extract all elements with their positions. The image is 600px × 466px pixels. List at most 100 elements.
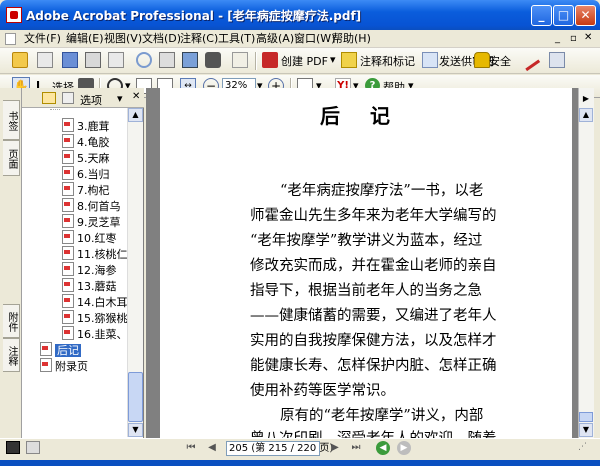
bookmark-item[interactable]: 4.龟胶 (62, 134, 110, 150)
menu-document[interactable]: 文档(D) (142, 32, 181, 46)
maximize-button[interactable]: □ (553, 5, 574, 26)
page-icon (62, 214, 74, 228)
acrobat-logo-icon (6, 7, 22, 23)
layout-continuous-icon[interactable] (26, 441, 40, 454)
menu-file[interactable]: 文件(F) (24, 32, 61, 46)
bookmark-item[interactable]: 6.当归 (62, 166, 110, 182)
resize-grip-icon[interactable]: ⋰ (578, 442, 592, 454)
minimize-button[interactable]: _ (531, 5, 552, 26)
bookmark-item[interactable]: 7.枸杞 (62, 182, 110, 198)
body-text-line: 修改充实而成，并在霍金山老师的亲自 (250, 258, 497, 274)
bookmark-item[interactable]: 10.红枣 (62, 230, 117, 246)
doc-scroll-up-icon[interactable]: ▲ (579, 108, 593, 122)
bookmark-options-button[interactable]: 选项 (80, 92, 102, 108)
doc-close-icon[interactable]: ✕ (584, 32, 592, 43)
bookmark-item[interactable]: 5.天麻 (62, 150, 110, 166)
doc-restore-icon[interactable]: ▫ (570, 33, 577, 44)
menu-window[interactable]: 窗口(W) (294, 32, 335, 46)
page-icon (62, 230, 74, 244)
bookmark-item[interactable]: 3.鹿茸 (62, 118, 110, 134)
document-properties-icon[interactable] (232, 52, 248, 68)
bookmark-item[interactable]: 9.灵芝草 (62, 214, 121, 230)
page-icon (62, 198, 74, 212)
body-text-line: 使用补药等医学常识。 (250, 383, 395, 399)
bookmarks-scroll-thumb[interactable] (128, 372, 143, 422)
menu-help[interactable]: 帮助(H) (332, 32, 371, 46)
search-icon[interactable] (182, 52, 198, 68)
page-heading: 后记 (320, 104, 420, 128)
create-pdf-button[interactable]: 创建 PDF (281, 53, 328, 69)
window-frame-bottom (0, 460, 600, 466)
last-page-button[interactable]: ⏭ (349, 441, 363, 455)
save-icon[interactable] (62, 52, 78, 68)
bookmark-item[interactable]: 8.何首乌 (62, 198, 121, 214)
scroll-up-icon[interactable]: ▲ (128, 108, 143, 122)
menu-view[interactable]: 视图(V) (104, 32, 142, 46)
chevron-down-icon[interactable]: ▾ (330, 53, 336, 66)
page-icon (62, 262, 74, 276)
bookmark-item[interactable]: 14.白木耳 (62, 294, 128, 310)
previous-page-button[interactable]: ◀ (205, 441, 219, 455)
bookmark-tools-icon[interactable] (62, 92, 74, 104)
tab-attachments[interactable]: 附件 (3, 304, 20, 338)
page-icon (62, 166, 74, 180)
tab-bookmarks[interactable]: 书签 (3, 100, 20, 140)
go-back-icon[interactable]: ◀ (376, 441, 390, 455)
page-icon (62, 118, 74, 132)
doc-scroll-down-icon[interactable]: ▼ (579, 423, 593, 437)
page-icon (40, 342, 52, 356)
create-pdf-button-icon (262, 52, 278, 68)
page-icon (62, 294, 74, 308)
body-text-line: 师霍金山先生多年来为老年大学编写的 (250, 208, 497, 224)
first-page-button[interactable]: ⏮ (184, 441, 198, 455)
close-button[interactable]: ✕ (575, 5, 596, 26)
open-folder-icon[interactable] (12, 52, 28, 68)
menu-tools[interactable]: 工具(T) (218, 32, 255, 46)
scroll-down-icon[interactable]: ▼ (128, 423, 143, 437)
tab-pages[interactable]: 页面 (3, 140, 20, 176)
send-review-icon (422, 52, 438, 68)
next-page-button[interactable]: ▶ (328, 441, 342, 455)
expand-panel-icon[interactable]: ▶ (579, 92, 593, 106)
page-icon (62, 246, 74, 260)
tree-guide (50, 109, 60, 111)
body-text-line: 原有的“老年按摩学”讲义，内部 (280, 408, 484, 424)
security-button[interactable]: 安全 (489, 53, 511, 69)
email-icon[interactable] (159, 52, 175, 68)
menu-advanced[interactable]: 高级(A) (256, 32, 294, 46)
go-forward-icon[interactable]: ▶ (397, 441, 411, 455)
comment-markup-button[interactable]: 注释和标记 (360, 53, 415, 69)
doc-minimize-icon[interactable]: _ (555, 33, 560, 44)
bookmark-item[interactable]: 15.猕猴桃 (62, 310, 128, 326)
layout-single-icon[interactable] (6, 441, 20, 454)
window-title: Adobe Acrobat Professional - [老年病症按摩疗法.p… (26, 9, 362, 23)
create-pdf-icon[interactable] (37, 52, 53, 68)
bookmark-item[interactable]: 附录页 (40, 358, 88, 374)
bookmark-icon[interactable] (42, 92, 56, 104)
menu-edit[interactable]: 编辑(E) (66, 32, 104, 46)
attach-icon[interactable] (136, 52, 152, 68)
menu-comments[interactable]: 注释(C) (180, 32, 218, 46)
options-dropdown-icon[interactable]: ▾ (117, 92, 123, 105)
page-number-field[interactable]: 205 (第 215 / 220 页) (226, 441, 333, 456)
tab-comments[interactable]: 注释 (3, 338, 20, 372)
close-panel-icon[interactable]: ✕ (132, 91, 140, 102)
bookmark-item-selected[interactable]: 后记 (40, 342, 81, 358)
page-icon (62, 150, 74, 164)
bookmark-item[interactable]: 12.海参 (62, 262, 117, 278)
body-text-line: ——健康储蓄的需要，又编进了老年人 (250, 308, 497, 324)
page-icon (62, 134, 74, 148)
bookmark-item[interactable]: 16.韭菜、 (62, 326, 128, 342)
doc-scroll-thumb[interactable] (579, 412, 593, 422)
document-scrollbar[interactable] (578, 88, 594, 438)
bookmark-item[interactable]: 11.核桃仁 (62, 246, 128, 262)
print-icon[interactable] (85, 52, 101, 68)
bookmark-item[interactable]: 13.蘑菇 (62, 278, 117, 294)
forms-icon[interactable] (549, 52, 565, 68)
body-text-line: 指导下，根据当前老年人的当务之急 (250, 283, 482, 299)
page-icon (40, 358, 52, 372)
body-text-line: “老年按摩学”教学讲义为蓝本，经过 (250, 233, 483, 249)
lock-icon (474, 52, 490, 68)
organizer-icon[interactable] (108, 52, 124, 68)
binoculars-icon[interactable] (205, 52, 221, 68)
